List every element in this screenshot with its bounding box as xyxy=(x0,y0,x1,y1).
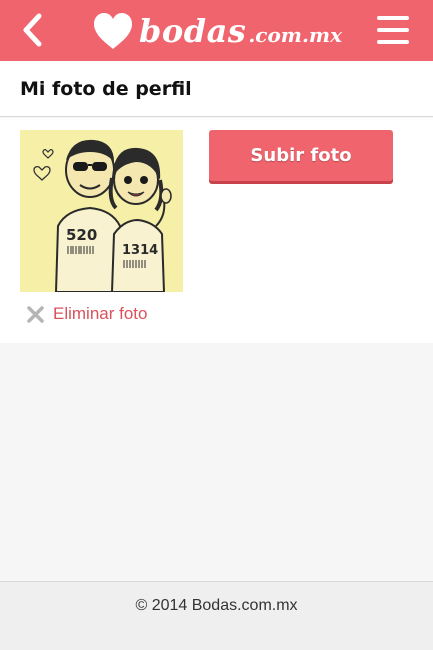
page-header: Mi foto de perfil xyxy=(0,61,433,117)
page-footer: © 2014 Bodas.com.mx xyxy=(0,581,433,650)
hamburger-bar xyxy=(377,40,409,44)
profile-photo-panel: 520 1314 Subir foto Eliminar foto xyxy=(0,118,433,343)
brand-domain: .com.mx xyxy=(248,22,343,47)
couple-caricature-image: 520 1314 xyxy=(20,130,183,292)
shirt-number-left: 520 xyxy=(66,226,97,244)
brand-name: bodas xyxy=(138,11,247,50)
upload-photo-button[interactable]: Subir foto xyxy=(209,130,393,181)
hamburger-menu-icon xyxy=(377,16,409,20)
delete-photo-label: Eliminar foto xyxy=(53,304,148,323)
heart-icon xyxy=(93,12,132,49)
profile-photo: 520 1314 xyxy=(20,130,183,292)
page-title: Mi foto de perfil xyxy=(20,77,192,100)
chevron-left-icon xyxy=(23,13,42,47)
copyright-text: © 2014 Bodas.com.mx xyxy=(135,597,298,614)
shirt-number-right: 1314 xyxy=(122,243,158,258)
brand-logo[interactable]: bodas .com.mx xyxy=(91,11,342,51)
back-button[interactable] xyxy=(14,12,50,48)
app-header: bodas .com.mx xyxy=(0,0,433,61)
hamburger-bar xyxy=(377,28,409,32)
close-x-icon xyxy=(27,305,44,323)
menu-button[interactable] xyxy=(373,14,413,46)
delete-photo-link[interactable]: Eliminar foto xyxy=(26,302,147,326)
